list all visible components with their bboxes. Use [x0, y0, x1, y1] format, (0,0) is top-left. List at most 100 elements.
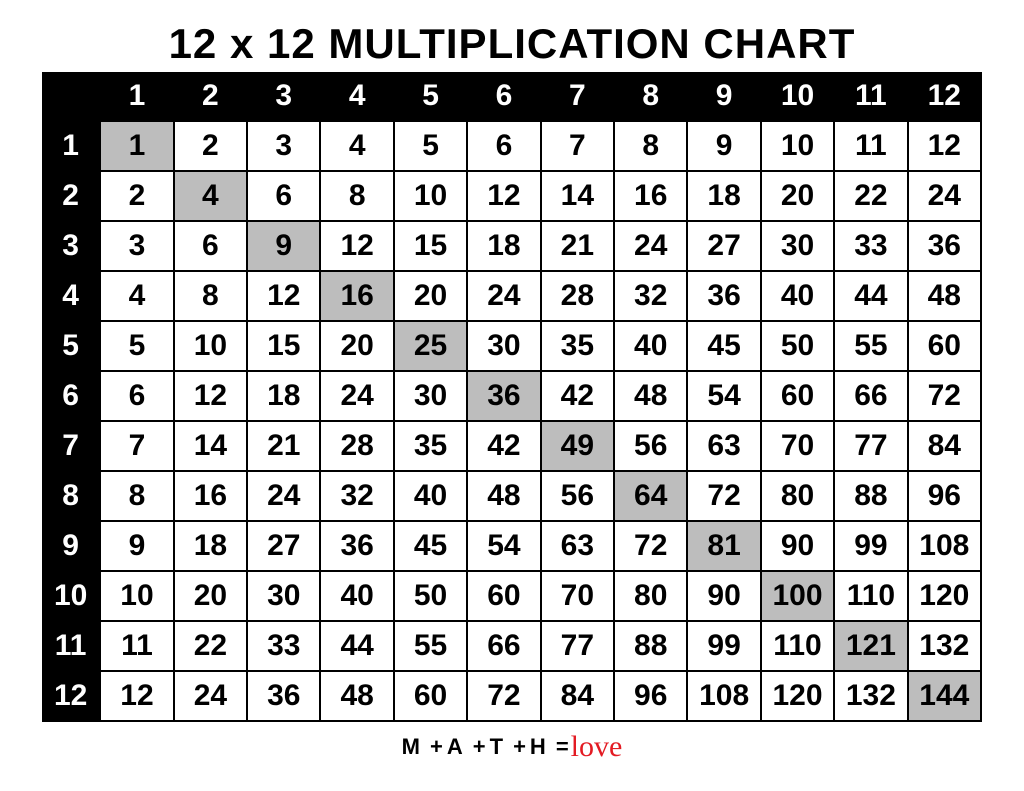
table-cell: 120 [908, 571, 981, 621]
table-cell: 22 [174, 621, 247, 671]
table-cell: 12 [320, 221, 393, 271]
table-cell: 24 [467, 271, 540, 321]
table-cell: 40 [394, 471, 467, 521]
row-header: 3 [42, 221, 100, 271]
row-header: 8 [42, 471, 100, 521]
footer-branding: M+A+T+H=love [40, 730, 984, 764]
table-cell: 10 [394, 171, 467, 221]
table-cell: 4 [320, 121, 393, 171]
col-header: 7 [541, 72, 614, 121]
table-cell: 90 [687, 571, 760, 621]
table-cell: 9 [247, 221, 320, 271]
col-header: 3 [247, 72, 320, 121]
table-cell: 10 [100, 571, 173, 621]
plus-icon: + [473, 734, 486, 759]
table-cell: 27 [687, 221, 760, 271]
table-cell: 66 [467, 621, 540, 671]
table-cell: 132 [834, 671, 907, 721]
row-header: 5 [42, 321, 100, 371]
table-cell: 10 [174, 321, 247, 371]
table-cell: 16 [320, 271, 393, 321]
table-cell: 12 [100, 671, 173, 721]
table-row: 10102030405060708090100110120 [42, 571, 981, 621]
table-cell: 22 [834, 171, 907, 221]
table-row: 661218243036424854606672 [42, 371, 981, 421]
table-cell: 44 [834, 271, 907, 321]
table-cell: 24 [247, 471, 320, 521]
table-row: 1123456789101112 [42, 121, 981, 171]
table-cell: 9 [100, 521, 173, 571]
table-cell: 77 [834, 421, 907, 471]
table-row: 551015202530354045505560 [42, 321, 981, 371]
table-cell: 18 [467, 221, 540, 271]
table-cell: 8 [174, 271, 247, 321]
table-cell: 60 [467, 571, 540, 621]
row-header: 11 [42, 621, 100, 671]
table-cell: 24 [320, 371, 393, 421]
col-header: 9 [687, 72, 760, 121]
footer-t: T [490, 734, 509, 759]
table-cell: 6 [100, 371, 173, 421]
table-cell: 28 [541, 271, 614, 321]
table-cell: 12 [247, 271, 320, 321]
table-cell: 35 [541, 321, 614, 371]
table-cell: 16 [174, 471, 247, 521]
table-cell: 35 [394, 421, 467, 471]
table-cell: 54 [687, 371, 760, 421]
table-cell: 90 [761, 521, 834, 571]
footer-h: H [530, 734, 552, 759]
table-row: 881624324048566472808896 [42, 471, 981, 521]
table-cell: 66 [834, 371, 907, 421]
col-header: 11 [834, 72, 907, 121]
table-cell: 60 [761, 371, 834, 421]
table-cell: 16 [614, 171, 687, 221]
col-header: 5 [394, 72, 467, 121]
table-cell: 18 [247, 371, 320, 421]
table-cell: 63 [541, 521, 614, 571]
table-cell: 2 [174, 121, 247, 171]
row-header: 6 [42, 371, 100, 421]
table-cell: 80 [614, 571, 687, 621]
table-cell: 27 [247, 521, 320, 571]
table-cell: 24 [174, 671, 247, 721]
multiplication-table: 1 2 3 4 5 6 7 8 9 10 11 12 1123456789101… [42, 72, 982, 722]
table-cell: 18 [687, 171, 760, 221]
table-cell: 54 [467, 521, 540, 571]
table-cell: 84 [908, 421, 981, 471]
table-cell: 32 [320, 471, 393, 521]
table-cell: 99 [834, 521, 907, 571]
table-cell: 40 [614, 321, 687, 371]
table-cell: 1 [100, 121, 173, 171]
table-cell: 6 [247, 171, 320, 221]
table-cell: 120 [761, 671, 834, 721]
table-cell: 30 [467, 321, 540, 371]
table-cell: 144 [908, 671, 981, 721]
table-cell: 30 [761, 221, 834, 271]
table-cell: 5 [394, 121, 467, 171]
table-cell: 48 [467, 471, 540, 521]
table-row: 224681012141618202224 [42, 171, 981, 221]
table-cell: 48 [908, 271, 981, 321]
table-cell: 30 [247, 571, 320, 621]
table-row: 44812162024283236404448 [42, 271, 981, 321]
table-cell: 49 [541, 421, 614, 471]
table-cell: 42 [541, 371, 614, 421]
table-cell: 72 [614, 521, 687, 571]
table-cell: 8 [100, 471, 173, 521]
table-cell: 48 [320, 671, 393, 721]
col-header: 1 [100, 72, 173, 121]
table-cell: 96 [614, 671, 687, 721]
table-cell: 80 [761, 471, 834, 521]
table-cell: 50 [761, 321, 834, 371]
row-header: 9 [42, 521, 100, 571]
table-cell: 2 [100, 171, 173, 221]
table-cell: 28 [320, 421, 393, 471]
plus-icon: + [513, 734, 526, 759]
col-header: 12 [908, 72, 981, 121]
table-cell: 11 [834, 121, 907, 171]
table-cell: 7 [541, 121, 614, 171]
table-cell: 40 [761, 271, 834, 321]
table-cell: 15 [394, 221, 467, 271]
table-cell: 108 [687, 671, 760, 721]
table-cell: 50 [394, 571, 467, 621]
